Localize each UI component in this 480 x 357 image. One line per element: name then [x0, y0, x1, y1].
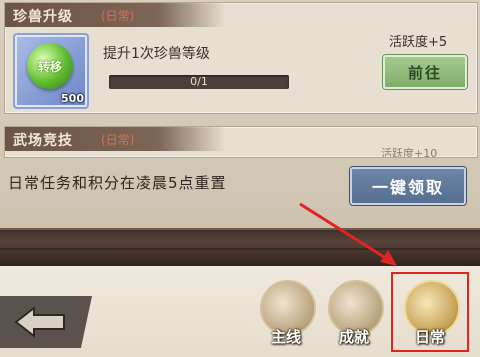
- pointer-arrow-icon: [299, 202, 397, 266]
